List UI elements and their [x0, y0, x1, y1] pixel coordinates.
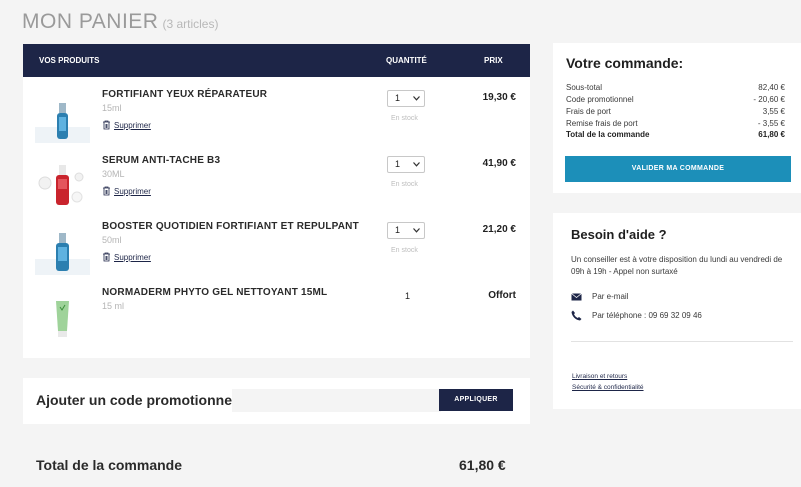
remove-label: Supprimer	[114, 252, 151, 262]
product-price: Offort	[488, 290, 516, 301]
product-size: 15 ml	[102, 301, 125, 311]
help-title: Besoin d'aide ?	[571, 227, 667, 242]
help-panel: Besoin d'aide ? Un conseiller est à votr…	[553, 213, 801, 409]
envelope-icon	[571, 292, 582, 300]
product-name: FORTIFIANT YEUX RÉPARATEUR	[102, 89, 268, 100]
trash-icon	[103, 120, 110, 130]
chevron-down-icon	[413, 228, 420, 233]
summary-row: Frais de port 3,55 €	[566, 107, 785, 116]
summary-row: Remise frais de port - 3,55 €	[566, 119, 785, 128]
cart-table-header: VOS PRODUITS QUANTITÉ PRIX	[23, 44, 530, 77]
cart-panel: VOS PRODUITS QUANTITÉ PRIX FORTIFIANT YE…	[23, 44, 530, 358]
stock-status: En stock	[391, 247, 418, 254]
contact-email-link[interactable]: Par e-mail	[571, 292, 628, 301]
quantity-select[interactable]: 1	[387, 90, 425, 107]
summary-label: Sous-total	[566, 83, 603, 92]
quantity-value: 1	[395, 93, 401, 103]
product-price: 19,30 €	[482, 92, 516, 103]
red-serum-bottle-icon	[38, 165, 84, 205]
quantity-select[interactable]: 1	[387, 156, 425, 173]
green-tube-icon	[56, 301, 69, 337]
cart-item: BOOSTER QUOTIDIEN FORTIFIANT ET REPULPAN…	[23, 221, 530, 281]
validate-order-button[interactable]: VALIDER MA COMMANDE	[565, 156, 791, 182]
remove-link[interactable]: Supprimer	[102, 252, 151, 262]
cart-item: FORTIFIANT YEUX RÉPARATEUR 15ml Supprime…	[23, 89, 530, 149]
summary-title: Votre commande:	[566, 55, 684, 71]
header-quantity: QUANTITÉ	[386, 56, 427, 65]
remove-label: Supprimer	[114, 186, 151, 196]
quantity-value: 1	[395, 225, 401, 235]
promo-label: Ajouter un code promotionnel	[36, 392, 236, 408]
apply-promo-button[interactable]: APPLIQUER	[439, 389, 513, 411]
order-total-value: 61,80 €	[459, 457, 506, 473]
summary-label: Total de la commande	[566, 130, 650, 139]
email-label: Par e-mail	[592, 292, 629, 301]
summary-value: - 3,55 €	[757, 119, 785, 128]
summary-value: 61,80 €	[758, 130, 785, 139]
product-price: 41,90 €	[482, 158, 516, 169]
remove-link[interactable]: Supprimer	[102, 186, 151, 196]
summary-label: Code promotionnel	[566, 95, 634, 104]
remove-link[interactable]: Supprimer	[102, 120, 151, 130]
article-count: (3 articles)	[162, 17, 219, 31]
blue-serum-bottle-icon	[35, 103, 90, 143]
chevron-down-icon	[413, 96, 420, 101]
summary-row: Code promotionnel - 20,60 €	[566, 95, 785, 104]
product-size: 15ml	[102, 103, 122, 113]
phone-label: Par téléphone : 09 69 32 09 46	[592, 311, 702, 320]
product-size: 50ml	[102, 235, 122, 245]
page-title: MON PANIER	[22, 10, 159, 33]
product-size: 30ML	[102, 169, 125, 179]
order-total-label: Total de la commande	[36, 457, 182, 473]
shipping-returns-link[interactable]: Livraison et retours	[572, 373, 627, 380]
quantity-value: 1	[395, 159, 401, 169]
stock-status: En stock	[391, 181, 418, 188]
summary-label: Remise frais de port	[566, 119, 638, 128]
blue-serum-bottle-icon	[35, 233, 90, 275]
cart-item: NORMADERM PHYTO GEL NETTOYANT 15ML 15 ml…	[23, 287, 530, 347]
cart-item: SERUM ANTI-TACHE B3 30ML Supprimer 1 En …	[23, 155, 530, 215]
summary-row: Sous-total 82,40 €	[566, 83, 785, 92]
summary-value: - 20,60 €	[753, 95, 785, 104]
summary-value: 3,55 €	[762, 107, 785, 116]
header-price: PRIX	[484, 56, 503, 65]
promo-code-input[interactable]	[232, 389, 441, 412]
phone-icon	[571, 310, 582, 321]
trash-icon	[103, 186, 110, 196]
quantity-select[interactable]: 1	[387, 222, 425, 239]
contact-phone-link[interactable]: Par téléphone : 09 69 32 09 46	[571, 310, 702, 321]
quantity-value: 1	[405, 291, 411, 301]
order-summary-panel: Votre commande: Sous-total 82,40 € Code p…	[553, 43, 801, 193]
product-name: SERUM ANTI-TACHE B3	[102, 155, 221, 166]
product-name: NORMADERM PHYTO GEL NETTOYANT 15ML	[102, 287, 328, 298]
product-name: BOOSTER QUOTIDIEN FORTIFIANT ET REPULPAN…	[102, 221, 359, 232]
divider	[571, 341, 793, 342]
help-text: Un conseiller est à votre disposition du…	[571, 255, 783, 276]
remove-label: Supprimer	[114, 120, 151, 130]
chevron-down-icon	[413, 162, 420, 167]
summary-label: Frais de port	[566, 107, 611, 116]
page-header: MON PANIER (3 articles)	[22, 10, 218, 34]
security-privacy-link[interactable]: Sécurité & confidentialité	[572, 384, 644, 391]
header-products: VOS PRODUITS	[39, 56, 100, 65]
promo-panel: Ajouter un code promotionnel APPLIQUER	[23, 378, 530, 424]
stock-status: En stock	[391, 115, 418, 122]
product-price: 21,20 €	[482, 224, 516, 235]
summary-total-row: Total de la commande 61,80 €	[566, 130, 785, 139]
trash-icon	[103, 252, 110, 262]
summary-value: 82,40 €	[758, 83, 785, 92]
